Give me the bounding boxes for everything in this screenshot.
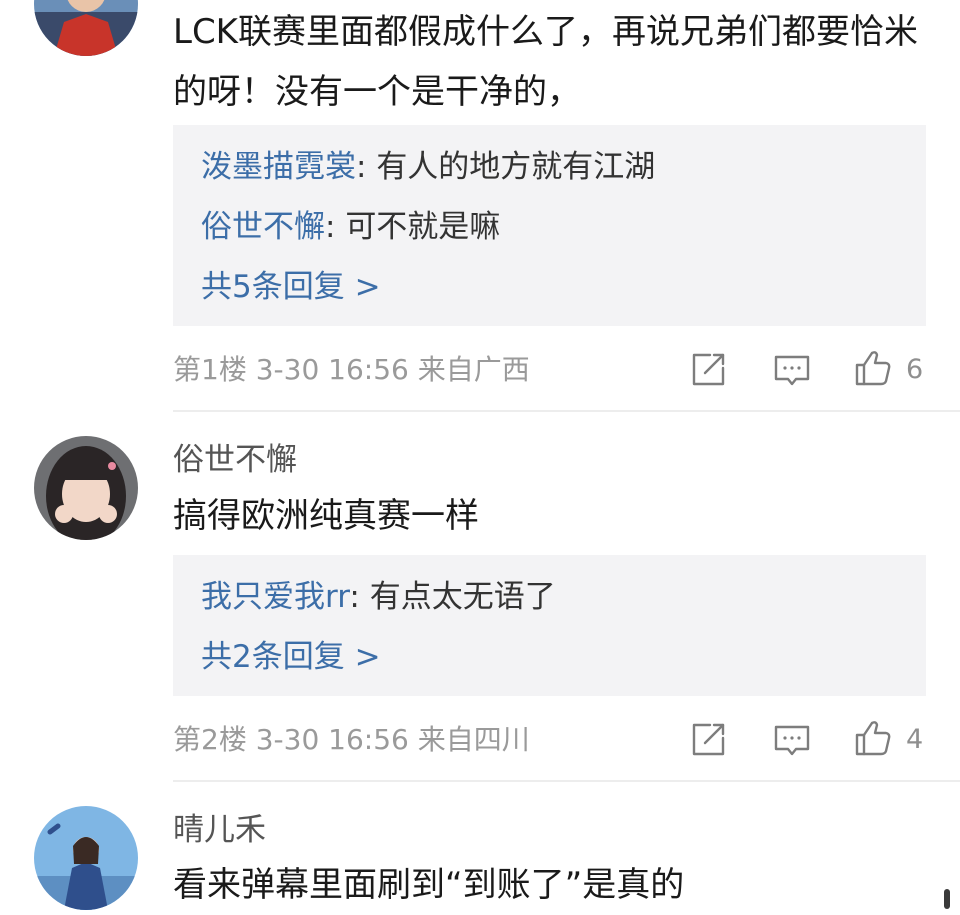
comment-icon[interactable] — [772, 350, 812, 390]
avatar[interactable] — [34, 436, 138, 540]
like-count: 6 — [906, 354, 924, 385]
reply-box[interactable]: 我只爱我rr: 有点太无语了 共2条回复 > — [173, 555, 926, 696]
thumbs-up-icon[interactable] — [853, 348, 893, 388]
comment-content: 看来弹幕里面刷到“到账了”是真的 — [173, 865, 685, 905]
more-replies-link[interactable]: 共5条回复 > — [201, 267, 381, 307]
reply-username[interactable]: 我只爱我rr — [201, 579, 349, 615]
avatar[interactable] — [34, 806, 138, 910]
comment-icon[interactable] — [772, 720, 812, 760]
scrollbar[interactable] — [944, 889, 950, 909]
share-icon[interactable] — [688, 350, 728, 390]
comment-divider — [173, 410, 960, 412]
comment-meta: 第2楼 3-30 16:56 来自四川 — [173, 723, 530, 756]
reply-text: 有点太无语了 — [369, 579, 556, 615]
reply-box[interactable]: 泼墨描霓裳: 有人的地方就有江湖 俗世不懈: 可不就是嘛 共5条回复 > — [173, 125, 926, 326]
reply-item[interactable]: 泼墨描霓裳: 有人的地方就有江湖 — [201, 147, 655, 187]
comment-content: 搞得欧洲纯真赛一样 — [173, 496, 479, 536]
comment-username[interactable]: 晴儿禾 — [173, 810, 266, 850]
thumbs-up-icon[interactable] — [853, 718, 893, 758]
share-icon[interactable] — [688, 720, 728, 760]
reply-item[interactable]: 俗世不懈: 可不就是嘛 — [201, 207, 500, 247]
comment-meta: 第1楼 3-30 16:56 来自广西 — [173, 353, 530, 386]
more-replies-link[interactable]: 共2条回复 > — [201, 637, 381, 677]
avatar[interactable] — [34, 0, 138, 56]
reply-text: 有人的地方就有江湖 — [376, 149, 656, 185]
reply-username[interactable]: 泼墨描霓裳 — [201, 149, 356, 185]
comment-divider — [173, 780, 960, 782]
reply-item[interactable]: 我只爱我rr: 有点太无语了 — [201, 577, 556, 617]
like-count: 4 — [906, 724, 924, 755]
comment-username[interactable]: 俗世不懈 — [173, 440, 297, 480]
reply-text: 可不就是嘛 — [345, 209, 501, 245]
comment-content: LCK联赛里面都假成什么了，再说兄弟们都要恰米的呀！没有一个是干净的， — [173, 12, 918, 112]
reply-username[interactable]: 俗世不懈 — [201, 209, 325, 245]
